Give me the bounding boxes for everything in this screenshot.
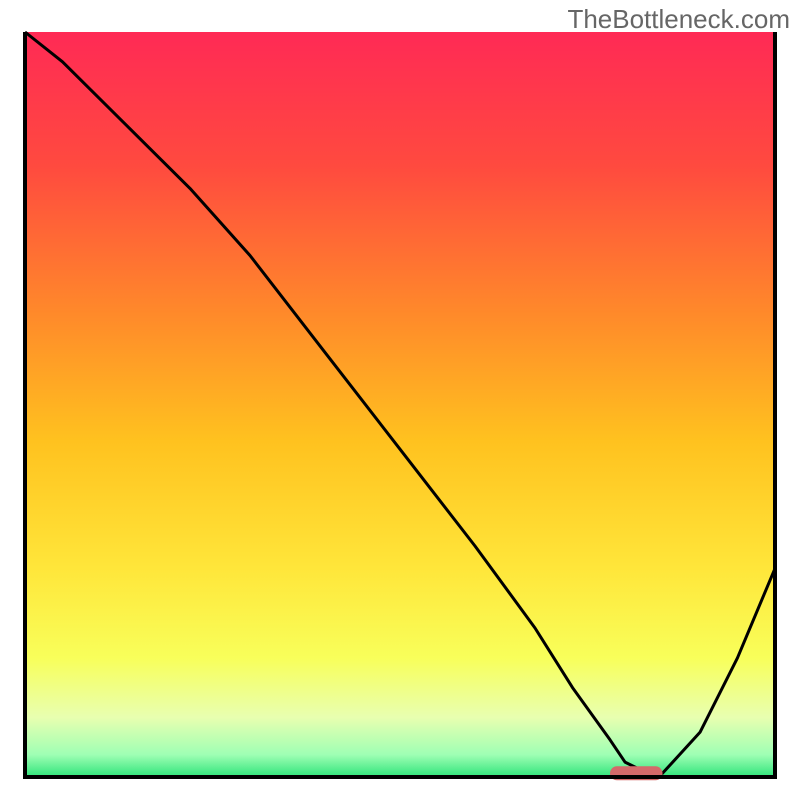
chart-container: TheBottleneck.com <box>0 0 800 800</box>
gradient-background <box>25 32 775 777</box>
bottleneck-chart <box>0 0 800 800</box>
attribution-text: TheBottleneck.com <box>567 4 790 35</box>
